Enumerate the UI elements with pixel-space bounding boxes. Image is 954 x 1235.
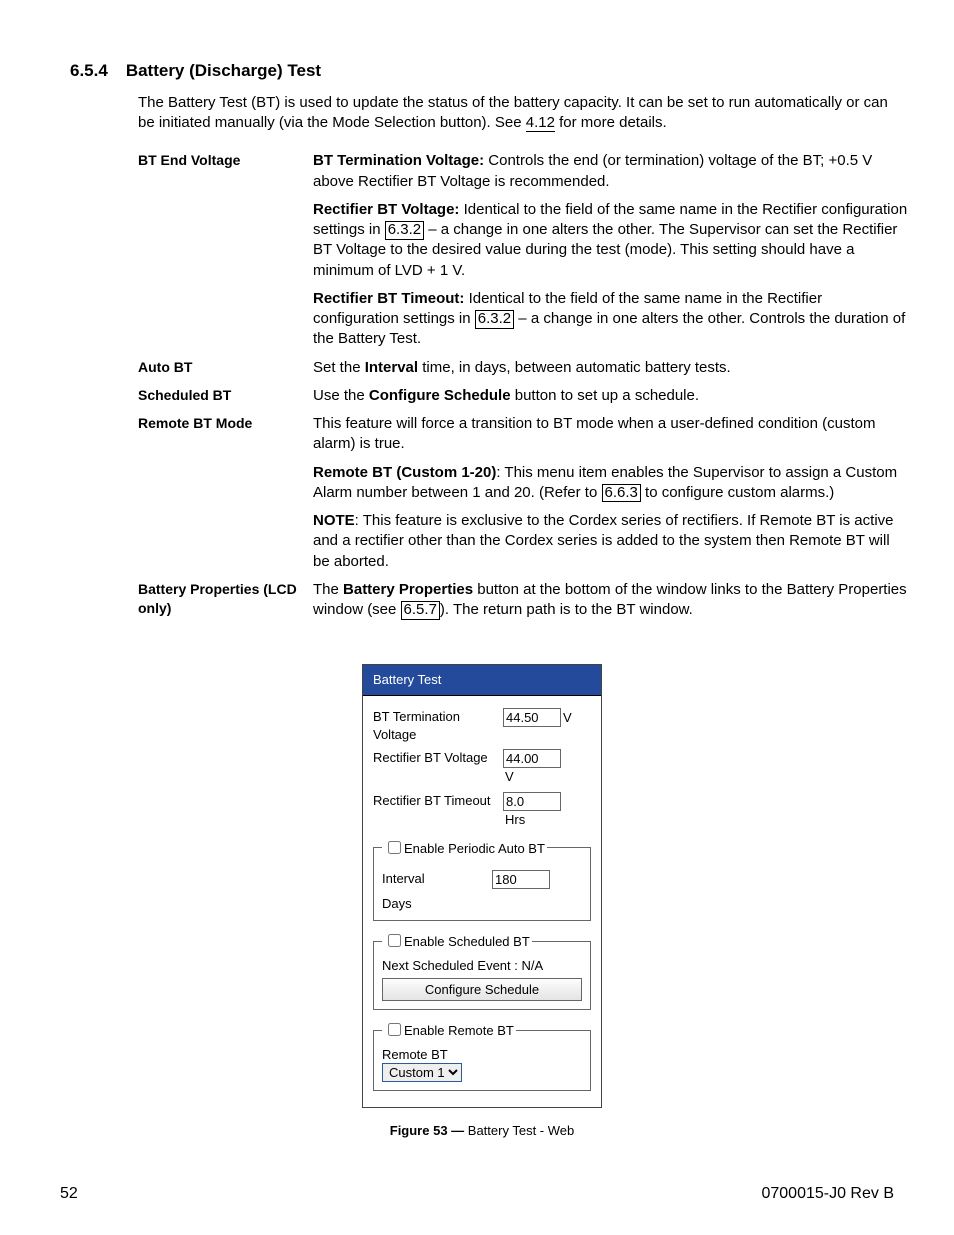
bt-termination-voltage-unit: V	[563, 710, 572, 725]
def-desc-bt-termination: BT Termination Voltage: Controls the end…	[313, 147, 908, 196]
page-number: 52	[60, 1183, 78, 1205]
interval-unit-days: Days	[382, 895, 582, 913]
field-rectifier-bt-voltage: Rectifier BT Voltage V	[373, 749, 591, 786]
remote-bt-custom-title: Remote BT (Custom 1-20)	[313, 464, 496, 481]
enable-scheduled-bt-checkbox[interactable]	[388, 934, 401, 947]
def-desc-rectifier-bt-voltage: Rectifier BT Voltage: Identical to the f…	[313, 196, 908, 285]
auto-bt-bold: Interval	[365, 359, 418, 376]
battery-test-panel: Battery Test BT Termination Voltage V Re…	[362, 664, 602, 1108]
rectifier-bt-timeout-unit: Hrs	[505, 812, 525, 827]
field-bt-termination-voltage: BT Termination Voltage V	[373, 708, 591, 743]
remote-bt-custom-b: to configure custom alarms.)	[641, 484, 834, 501]
group-enable-scheduled-bt: Enable Scheduled BT Next Scheduled Event…	[373, 931, 591, 1010]
def-desc-rectifier-bt-timeout: Rectifier BT Timeout: Identical to the f…	[313, 285, 908, 354]
xref-632-a[interactable]: 6.3.2	[385, 221, 424, 240]
def-desc-remote-bt-custom: Remote BT (Custom 1-20): This menu item …	[313, 459, 908, 508]
bprop-c: ). The return path is to the BT window.	[440, 601, 693, 618]
sched-bt-bold: Configure Schedule	[369, 387, 511, 404]
section-title: Battery (Discharge) Test	[126, 61, 321, 80]
sched-bt-b: button to set up a schedule.	[511, 387, 699, 404]
bprop-bold: Battery Properties	[343, 581, 473, 598]
panel-title: Battery Test	[363, 665, 601, 696]
note-title: NOTE	[313, 512, 355, 529]
def-label-scheduled-bt: Scheduled BT	[138, 382, 313, 410]
def-desc-battery-properties: The Battery Properties button at the bot…	[313, 576, 908, 625]
interval-input[interactable]	[492, 870, 550, 889]
next-scheduled-event: Next Scheduled Event : N/A	[382, 957, 582, 975]
xref-663[interactable]: 6.6.3	[602, 484, 641, 503]
rectifier-bt-voltage-unit: V	[505, 769, 514, 784]
enable-remote-bt-checkbox[interactable]	[388, 1023, 401, 1036]
group-enable-periodic-auto-bt: Enable Periodic Auto BT Interval Days	[373, 838, 591, 921]
group-enable-remote-bt: Enable Remote BT Remote BT Custom 1	[373, 1020, 591, 1091]
legend-auto-bt: Enable Periodic Auto BT	[382, 838, 547, 858]
def-desc-remote-bt-note: NOTE: This feature is exclusive to the C…	[313, 507, 908, 576]
figure-caption-text: Battery Test - Web	[468, 1123, 574, 1138]
figure-caption: Figure 53 — Battery Test - Web	[70, 1122, 894, 1140]
rectifier-bt-voltage-input[interactable]	[503, 749, 561, 768]
xref-632-b[interactable]: 6.3.2	[475, 310, 514, 329]
xref-657[interactable]: 6.5.7	[401, 601, 440, 620]
field-rectifier-bt-timeout: Rectifier BT Timeout Hrs	[373, 792, 591, 829]
auto-bt-b: time, in days, between automatic battery…	[418, 359, 731, 376]
rect-bt-v-title: Rectifier BT Voltage:	[313, 201, 459, 218]
figure-caption-bold: Figure 53 —	[390, 1123, 468, 1138]
definitions-table: BT End Voltage BT Termination Voltage: C…	[138, 147, 908, 624]
legend-remote-bt: Enable Remote BT	[382, 1020, 516, 1040]
doc-id: 0700015-J0 Rev B	[761, 1183, 894, 1205]
legend-auto-bt-text: Enable Periodic Auto BT	[404, 841, 545, 856]
intro-text-a: The Battery Test (BT) is used to update …	[138, 94, 888, 131]
def-desc-scheduled-bt: Use the Configure Schedule button to set…	[313, 382, 908, 410]
sched-bt-a: Use the	[313, 387, 369, 404]
auto-bt-a: Set the	[313, 359, 365, 376]
remote-bt-label: Remote BT	[382, 1046, 582, 1064]
def-label-remote-bt: Remote BT Mode	[138, 410, 313, 459]
legend-scheduled-bt-text: Enable Scheduled BT	[404, 934, 530, 949]
rectifier-bt-timeout-label: Rectifier BT Timeout	[373, 792, 503, 810]
legend-scheduled-bt: Enable Scheduled BT	[382, 931, 532, 951]
bt-termination-voltage-label: BT Termination Voltage	[373, 708, 503, 743]
interval-label: Interval	[382, 870, 492, 888]
note-text: : This feature is exclusive to the Corde…	[313, 512, 894, 570]
page: 6.5.4 Battery (Discharge) Test The Batter…	[0, 0, 954, 1235]
legend-remote-bt-text: Enable Remote BT	[404, 1023, 514, 1038]
page-footer: 52 0700015-J0 Rev B	[60, 1183, 894, 1205]
section-header: 6.5.4 Battery (Discharge) Test	[70, 60, 894, 83]
remote-bt-custom-select[interactable]: Custom 1	[382, 1063, 462, 1082]
rectifier-bt-timeout-input[interactable]	[503, 792, 561, 811]
intro-text-b: for more details.	[555, 114, 667, 131]
configure-schedule-button[interactable]: Configure Schedule	[382, 978, 582, 1001]
def-label-battery-properties: Battery Properties (LCD only)	[138, 576, 313, 625]
def-label-auto-bt: Auto BT	[138, 354, 313, 382]
rectifier-bt-voltage-label: Rectifier BT Voltage	[373, 749, 503, 767]
bt-termination-voltage-input[interactable]	[503, 708, 561, 727]
enable-periodic-auto-bt-checkbox[interactable]	[388, 841, 401, 854]
rect-bt-t-title: Rectifier BT Timeout:	[313, 290, 464, 307]
section-number: 6.5.4	[70, 61, 108, 80]
bt-term-title: BT Termination Voltage:	[313, 152, 484, 169]
def-label-bt-end-voltage: BT End Voltage	[138, 147, 313, 196]
section-intro: The Battery Test (BT) is used to update …	[138, 93, 894, 134]
bprop-a: The	[313, 581, 343, 598]
xref-412[interactable]: 4.12	[526, 114, 555, 132]
def-desc-remote-bt-intro: This feature will force a transition to …	[313, 410, 908, 459]
def-desc-auto-bt: Set the Interval time, in days, between …	[313, 354, 908, 382]
